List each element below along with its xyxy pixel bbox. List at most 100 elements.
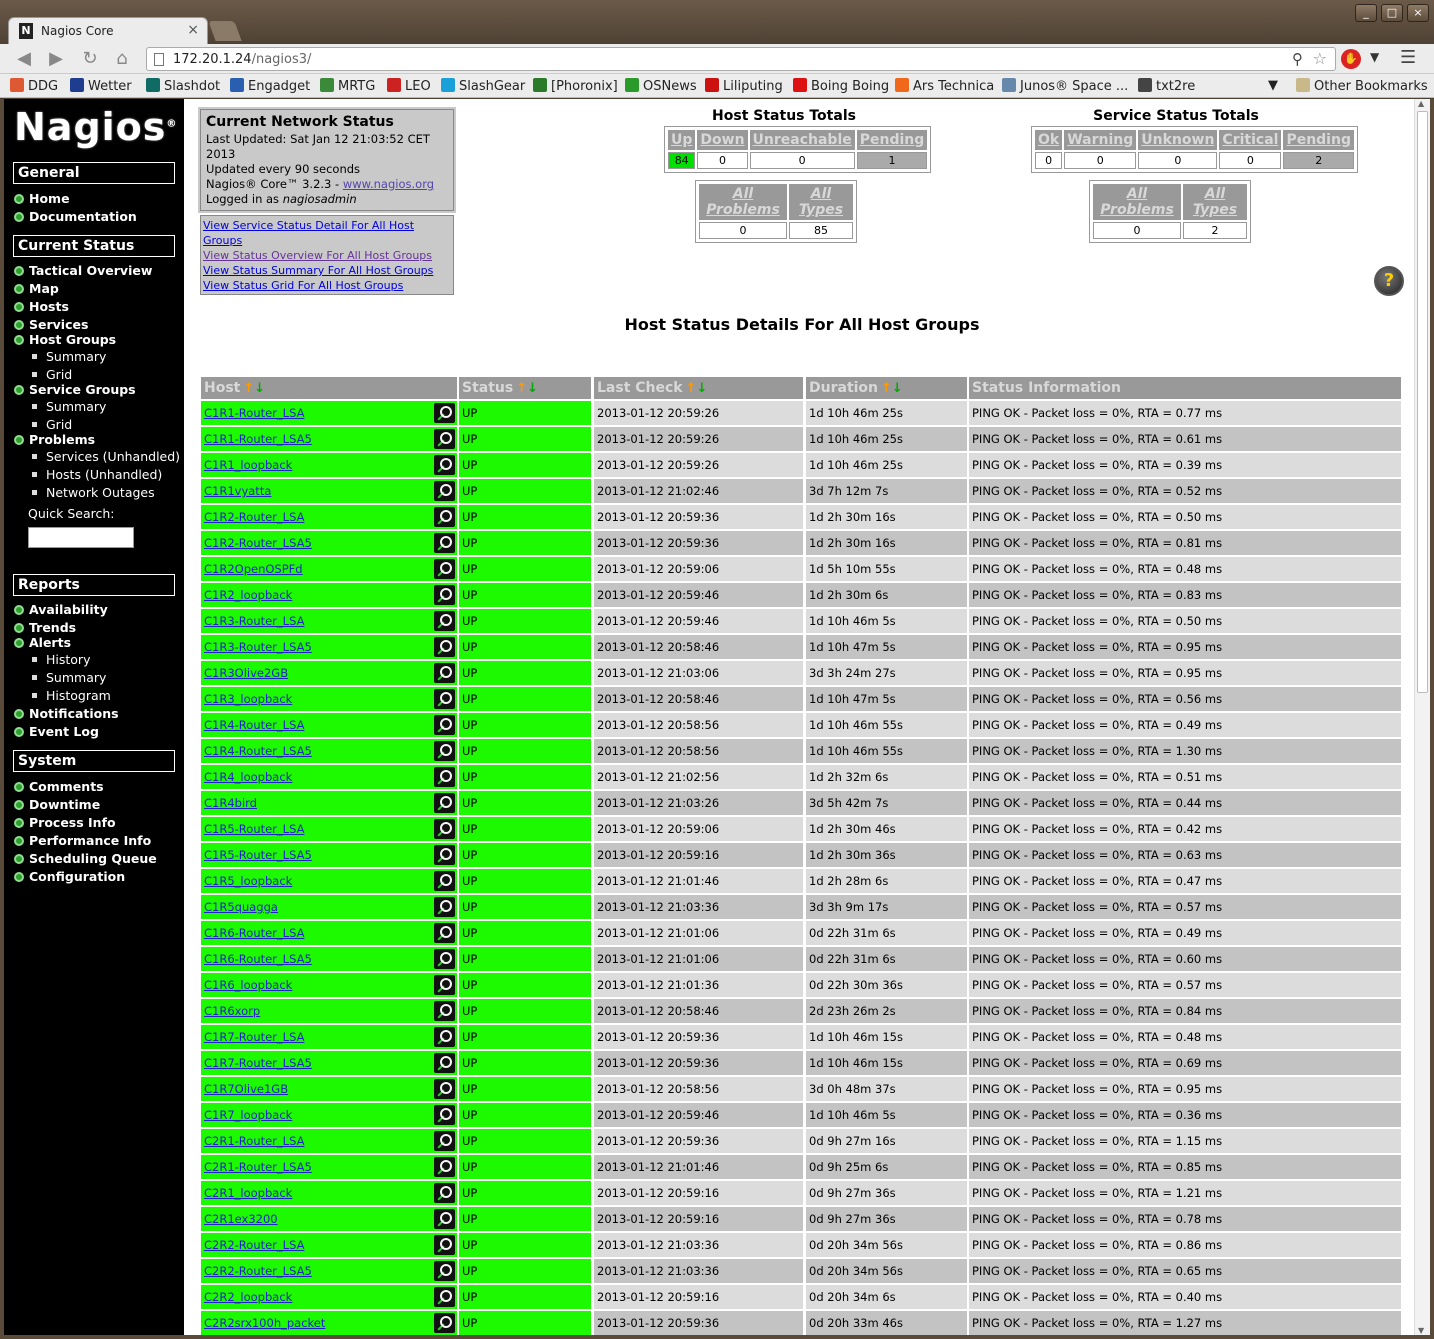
host-link[interactable]: C1R7Olive1GB	[204, 1082, 288, 1096]
sidebar-item-tactical-overview[interactable]: Tactical Overview	[14, 263, 152, 278]
host-services-icon[interactable]	[434, 1001, 455, 1021]
bookmark-item[interactable]: [Phoronix]	[533, 78, 618, 94]
address-bar[interactable]: 172.20.1.24/nagios3/ ⚲ ☆	[146, 47, 1336, 71]
sidebar-item-hosts-unhandled[interactable]: Hosts (Unhandled)	[32, 467, 162, 482]
browser-tab[interactable]: N Nagios Core ×	[8, 17, 208, 44]
host-link[interactable]: C1R2-Router_LSA5	[204, 536, 312, 550]
sort-descending-icon[interactable]: ↓	[697, 381, 708, 396]
host-services-icon[interactable]	[434, 1313, 455, 1333]
sidebar-item-problems[interactable]: Problems	[14, 432, 95, 447]
host-services-icon[interactable]	[434, 871, 455, 891]
host-services-icon[interactable]	[434, 897, 455, 917]
sort-ascending-icon[interactable]: ↑	[516, 381, 527, 396]
host-services-icon[interactable]	[434, 1235, 455, 1255]
host-services-icon[interactable]	[434, 611, 455, 631]
link-status-overview[interactable]: View Status Overview For All Host Groups	[203, 248, 451, 263]
host-services-icon[interactable]	[434, 455, 455, 475]
scroll-up-icon[interactable]: ▲	[1418, 99, 1424, 108]
host-services-icon[interactable]	[434, 481, 455, 501]
bookmark-item[interactable]: Junos® Space ...	[1002, 78, 1128, 94]
menu-icon[interactable]: ☰	[1400, 47, 1416, 68]
sidebar-item-downtime[interactable]: Downtime	[14, 797, 100, 812]
adblock-icon[interactable]: ✋	[1341, 49, 1361, 69]
sidebar-item-hostgroup-grid[interactable]: Grid	[32, 367, 72, 382]
host-services-icon[interactable]	[434, 1131, 455, 1151]
bookmark-item[interactable]: Liliputing	[705, 78, 783, 94]
bookmark-item[interactable]: LEO	[387, 78, 431, 94]
service-total-warning-header[interactable]: Warning	[1064, 130, 1137, 150]
host-services-icon[interactable]	[434, 533, 455, 553]
host-services-icon[interactable]	[434, 1027, 455, 1047]
host-services-icon[interactable]	[434, 767, 455, 787]
sidebar-item-servicegroup-summary[interactable]: Summary	[32, 399, 106, 414]
host-services-icon[interactable]	[434, 1261, 455, 1281]
host-services-icon[interactable]	[434, 403, 455, 423]
bookmark-item[interactable]: Wetter	[70, 78, 132, 94]
host-link[interactable]: C1R3-Router_LSA5	[204, 640, 312, 654]
sidebar-item-comments[interactable]: Comments	[14, 779, 104, 794]
host-link[interactable]: C2R1-Router_LSA5	[204, 1160, 312, 1174]
sidebar-item-hostgroup-summary[interactable]: Summary	[32, 349, 106, 364]
quick-search-input[interactable]	[28, 527, 134, 548]
zoom-icon[interactable]: ⚲	[1292, 50, 1303, 68]
sort-ascending-icon[interactable]: ↑	[686, 381, 697, 396]
sidebar-item-alert-history[interactable]: History	[32, 652, 90, 667]
host-services-icon[interactable]	[434, 949, 455, 969]
sidebar-item-configuration[interactable]: Configuration	[14, 869, 125, 884]
service-total-unknown-header[interactable]: Unknown	[1138, 130, 1218, 150]
sidebar-item-alerts[interactable]: Alerts	[14, 635, 71, 650]
vertical-scrollbar[interactable]: ▲ ▼	[1414, 99, 1430, 1335]
host-services-icon[interactable]	[434, 975, 455, 995]
host-services-icon[interactable]	[434, 1053, 455, 1073]
host-link[interactable]: C1R2-Router_LSA	[204, 510, 304, 524]
host-link[interactable]: C1R3Olive2GB	[204, 666, 288, 680]
sort-ascending-icon[interactable]: ↑	[243, 381, 254, 396]
host-link[interactable]: C1R1-Router_LSA	[204, 406, 304, 420]
host-services-icon[interactable]	[434, 715, 455, 735]
url-text[interactable]: 172.20.1.24/nagios3/	[173, 52, 311, 67]
host-services-icon[interactable]	[434, 585, 455, 605]
host-link[interactable]: C1R5quagga	[204, 900, 278, 914]
host-services-icon[interactable]	[434, 793, 455, 813]
host-services-icon[interactable]	[434, 637, 455, 657]
sidebar-item-notifications[interactable]: Notifications	[14, 706, 119, 721]
close-window-button[interactable]: ×	[1407, 4, 1429, 22]
host-link[interactable]: C1R7_loopback	[204, 1108, 292, 1122]
bookmark-item[interactable]: OSNews	[625, 78, 697, 94]
host-link[interactable]: C1R4_loopback	[204, 770, 292, 784]
link-status-grid[interactable]: View Status Grid For All Host Groups	[203, 278, 451, 293]
host-link[interactable]: C1R1-Router_LSA5	[204, 432, 312, 446]
service-all-types-header[interactable]: All Types	[1183, 184, 1247, 220]
other-bookmarks-folder[interactable]: Other Bookmarks	[1296, 78, 1428, 94]
sidebar-item-alert-summary[interactable]: Summary	[32, 670, 106, 685]
host-link[interactable]: C1R7-Router_LSA	[204, 1030, 304, 1044]
host-services-icon[interactable]	[434, 663, 455, 683]
sort-descending-icon[interactable]: ↓	[527, 381, 538, 396]
host-all-problems-header[interactable]: All Problems	[699, 184, 787, 220]
host-link[interactable]: C1R2_loopback	[204, 588, 292, 602]
nagios-org-link[interactable]: www.nagios.org	[343, 177, 434, 191]
reload-icon[interactable]: ↻	[78, 48, 102, 70]
host-services-icon[interactable]	[434, 1079, 455, 1099]
host-link[interactable]: C1R1_loopback	[204, 458, 292, 472]
host-services-icon[interactable]	[434, 819, 455, 839]
host-link[interactable]: C1R6xorp	[204, 1004, 260, 1018]
host-link[interactable]: C1R1vyatta	[204, 484, 271, 498]
host-total-down-header[interactable]: Down	[697, 130, 748, 150]
service-all-problems-header[interactable]: All Problems	[1093, 184, 1181, 220]
host-link[interactable]: C1R3-Router_LSA	[204, 614, 304, 628]
bookmark-item[interactable]: Slashdot	[146, 78, 220, 94]
sidebar-item-home[interactable]: Home	[14, 191, 70, 206]
sidebar-item-scheduling-queue[interactable]: Scheduling Queue	[14, 851, 157, 866]
sidebar-item-process-info[interactable]: Process Info	[14, 815, 116, 830]
host-link[interactable]: C1R2OpenOSPFd	[204, 562, 303, 576]
host-services-icon[interactable]	[434, 429, 455, 449]
host-link[interactable]: C1R7-Router_LSA5	[204, 1056, 312, 1070]
sidebar-item-trends[interactable]: Trends	[14, 620, 76, 635]
sidebar-item-performance-info[interactable]: Performance Info	[14, 833, 151, 848]
bookmark-item[interactable]: Boing Boing	[793, 78, 889, 94]
sidebar-item-event-log[interactable]: Event Log	[14, 724, 99, 739]
host-link[interactable]: C1R4bird	[204, 796, 257, 810]
sidebar-item-map[interactable]: Map	[14, 281, 59, 296]
host-services-icon[interactable]	[434, 1287, 455, 1307]
